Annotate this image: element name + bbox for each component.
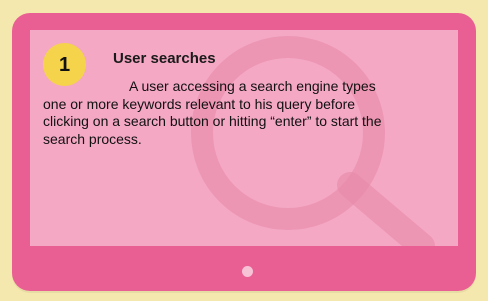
monitor-screen: 1 User searches A user accessing a searc… xyxy=(30,30,458,246)
home-button-icon xyxy=(242,266,253,277)
step-description: A user accessing a search engine types o… xyxy=(43,78,382,147)
page: 1 User searches A user accessing a searc… xyxy=(0,0,488,301)
step-title: User searches xyxy=(113,50,216,67)
monitor-frame: 1 User searches A user accessing a searc… xyxy=(12,13,476,291)
